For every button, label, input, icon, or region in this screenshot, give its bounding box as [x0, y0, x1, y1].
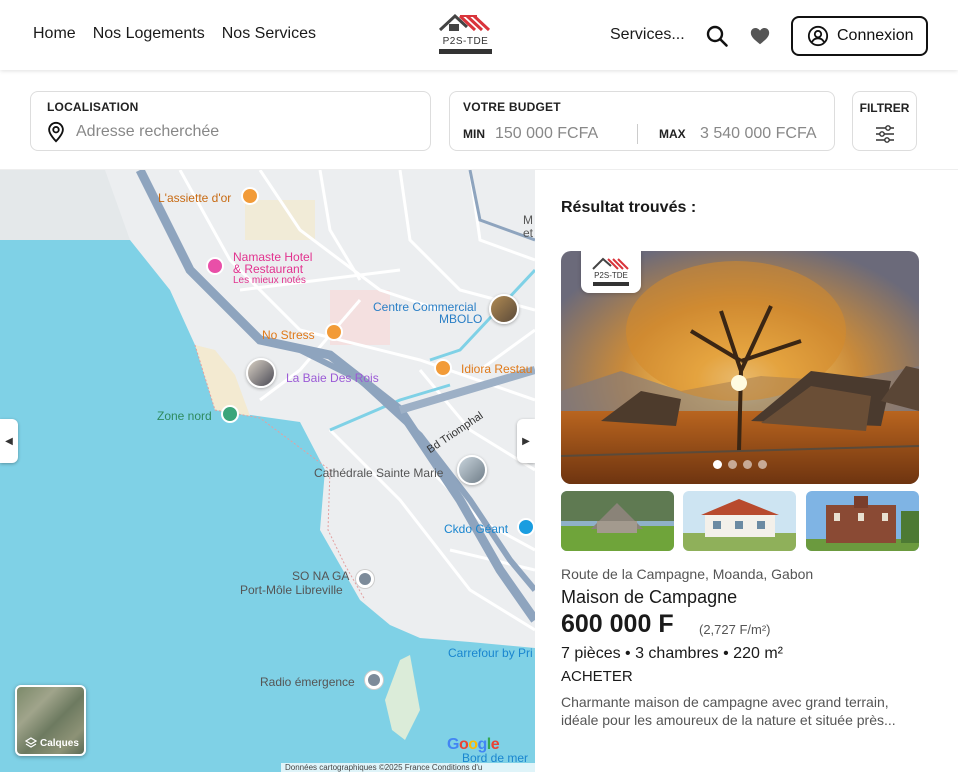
login-label: Connexion — [837, 27, 914, 44]
nav-services[interactable]: Nos Services — [222, 25, 316, 43]
location-input[interactable] — [76, 120, 406, 144]
results-panel: Résultat trouvés : P2S-TDE Route de la C… — [535, 170, 958, 772]
logo-bar — [439, 49, 492, 54]
property-main-photo[interactable]: P2S-TDE — [561, 251, 919, 484]
map-label-et: et — [523, 226, 534, 240]
location-marker[interactable] — [356, 570, 374, 588]
map-label-sonaga-2: Port-Môle Libreville — [240, 583, 343, 597]
map-label-namaste-2: & Restaurant — [233, 262, 304, 276]
map-label-carrefour[interactable]: Carrefour by Pri — [448, 646, 533, 660]
budget-max-label: MAX — [659, 127, 686, 141]
map-label-assiette[interactable]: L'assiette d'or — [158, 191, 231, 205]
services-menu[interactable]: Services... — [610, 26, 685, 44]
map-label-radio[interactable]: Radio émergence — [260, 675, 355, 689]
main-nav: Home Nos Logements Nos Services — [33, 25, 316, 43]
sliders-icon — [876, 125, 894, 143]
nav-home[interactable]: Home — [33, 25, 76, 43]
map-label-baie[interactable]: La Baie Des Rois — [286, 371, 379, 385]
restaurant-marker-2[interactable] — [434, 359, 452, 377]
search-bar: LOCALISATION VOTRE BUDGET MIN MAX FILTRE… — [0, 70, 958, 170]
results-title: Résultat trouvés : — [561, 199, 697, 216]
stone-house-thumb — [561, 491, 674, 551]
nav-logements[interactable]: Nos Logements — [93, 25, 205, 43]
bar-marker[interactable] — [325, 323, 343, 341]
shop-marker[interactable] — [221, 405, 239, 423]
map-label-namaste-3: Les mieux notés — [233, 275, 306, 286]
property-title[interactable]: Maison de Campagne — [561, 587, 737, 608]
map-label-ckdo[interactable]: Ckdo Géant — [444, 522, 508, 536]
villa-thumb — [683, 491, 796, 551]
user-circle-icon — [807, 25, 829, 47]
watermark-logo-text: P2S-TDE — [594, 271, 628, 280]
layers-label: Calques — [40, 737, 79, 749]
brand-logo[interactable]: P2S-TDE — [437, 12, 494, 56]
filter-button[interactable]: FILTRER — [852, 91, 917, 151]
login-button[interactable]: Connexion — [791, 16, 928, 56]
map-label-m: M — [523, 213, 533, 227]
budget-field: VOTRE BUDGET MIN MAX — [449, 91, 835, 151]
thumbnail-2[interactable] — [683, 491, 796, 551]
property-price: 600 000 F — [561, 610, 674, 638]
carousel-dots — [713, 460, 767, 469]
layers-label-wrap: Calques — [25, 737, 79, 749]
cart-marker[interactable] — [517, 518, 535, 536]
filter-label: FILTRER — [859, 101, 910, 115]
cathedrale-photo-marker[interactable] — [457, 455, 487, 485]
house-logo-icon — [438, 13, 491, 32]
budget-min-input[interactable] — [495, 123, 625, 145]
map-label-idiora[interactable]: Idiora Restau — [461, 362, 532, 376]
map-label-nostress[interactable]: No Stress — [262, 328, 315, 342]
heart-icon[interactable] — [749, 25, 771, 47]
restaurant-marker[interactable] — [241, 187, 259, 205]
location-label: LOCALISATION — [47, 100, 139, 114]
budget-max-input[interactable] — [700, 123, 830, 145]
map-arrow-right[interactable]: ▶ — [517, 419, 535, 463]
manor-thumb — [806, 491, 919, 551]
watermark-logo: P2S-TDE — [581, 251, 641, 293]
map-view[interactable]: L'assiette d'or Namaste Hotel & Restaura… — [0, 170, 535, 772]
location-pin-icon — [48, 121, 64, 143]
map-label-mbolo-2: MBOLO — [439, 312, 483, 326]
radio-marker[interactable] — [365, 671, 383, 689]
mbolo-photo-marker[interactable] — [489, 294, 519, 324]
carousel-dot[interactable] — [728, 460, 737, 469]
thumbnail-3[interactable] — [806, 491, 919, 551]
map-layers-button[interactable]: Calques — [15, 685, 86, 756]
search-icon[interactable] — [705, 24, 729, 48]
map-label-cathedrale[interactable]: Cathédrale Sainte Marie — [314, 466, 443, 480]
carousel-dot[interactable] — [713, 460, 722, 469]
map-label-zone-nord[interactable]: Zone nord — [157, 409, 212, 423]
baie-photo-marker[interactable] — [246, 358, 276, 388]
map-attribution[interactable]: Données cartographiques ©2025 France Con… — [281, 763, 535, 772]
map-arrow-left[interactable]: ◀ — [0, 419, 18, 463]
thumbnail-1[interactable] — [561, 491, 674, 551]
map-label-sonaga-1[interactable]: SO NA GA — [292, 569, 349, 583]
logo-text: P2S-TDE — [442, 36, 489, 47]
transaction-type: ACHETER — [561, 668, 633, 685]
carousel-dot[interactable] — [758, 460, 767, 469]
layers-icon — [25, 737, 37, 748]
budget-label: VOTRE BUDGET — [463, 100, 561, 114]
property-description: Charmante maison de campagne avec grand … — [561, 694, 896, 728]
location-field[interactable]: LOCALISATION — [30, 91, 431, 151]
carousel-dot[interactable] — [743, 460, 752, 469]
property-price-per-m2: (2,727 F/m²) — [699, 622, 771, 637]
watermark-logo-bar — [593, 282, 629, 286]
property-address: Route de la Campagne, Moanda, Gabon — [561, 566, 814, 582]
hotel-marker[interactable] — [206, 257, 224, 275]
budget-min-label: MIN — [463, 127, 485, 141]
google-logo: Google — [447, 736, 500, 753]
top-navbar: Home Nos Logements Nos Services P2S-TDE … — [0, 0, 958, 70]
budget-divider — [637, 124, 638, 144]
property-specs: 7 pièces • 3 chambres • 220 m² — [561, 645, 783, 662]
